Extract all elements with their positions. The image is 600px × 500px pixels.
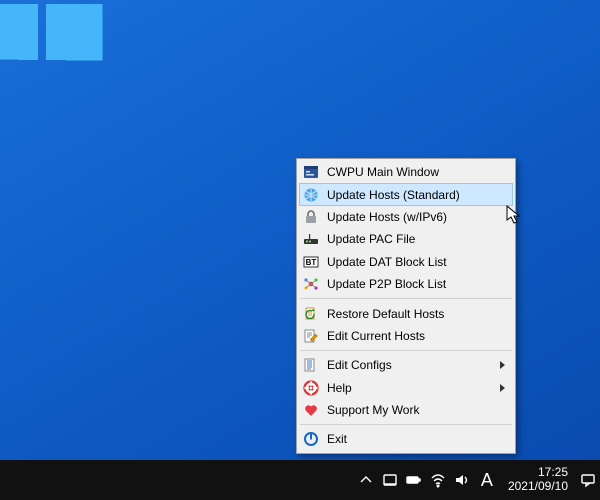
action-center-icon[interactable] (576, 460, 600, 500)
restore-icon (303, 306, 319, 322)
wifi-icon[interactable] (426, 460, 450, 500)
menu-item-label: Update DAT Block List (327, 255, 447, 269)
menu-item[interactable]: Edit Configs (299, 354, 513, 376)
menu-separator (300, 350, 512, 351)
submenu-arrow-icon (500, 384, 505, 392)
menu-item-label: Edit Configs (327, 358, 392, 372)
menu-item-label: Support My Work (327, 403, 419, 417)
menu-item[interactable]: Update Hosts (Standard) (299, 183, 513, 205)
desktop[interactable]: CWPU Main Window Update Hosts (Standard) U… (0, 0, 600, 460)
lock-icon (303, 209, 319, 225)
menu-separator (300, 424, 512, 425)
menu-item-label: Edit Current Hosts (327, 329, 425, 343)
taskbar-clock[interactable]: 17:25 2021/09/10 (500, 466, 576, 494)
volume-icon[interactable] (450, 460, 474, 500)
menu-item[interactable]: Update PAC File (299, 228, 513, 250)
app-window-icon (303, 164, 319, 180)
heart-icon (303, 402, 319, 418)
tray-overflow-icon[interactable] (354, 460, 378, 500)
windows-logo (0, 0, 102, 61)
exit-icon (303, 431, 319, 447)
tray-context-menu: CWPU Main Window Update Hosts (Standard) U… (296, 158, 516, 454)
system-tray: A 17:25 2021/09/10 (354, 460, 600, 500)
menu-item[interactable]: Help (299, 377, 513, 399)
tray-app-icon[interactable] (378, 460, 402, 500)
taskbar[interactable]: A 17:25 2021/09/10 (0, 460, 600, 500)
menu-item-label: Update Hosts (w/IPv6) (327, 210, 447, 224)
menu-item-label: Exit (327, 432, 347, 446)
menu-item[interactable]: Update P2P Block List (299, 273, 513, 295)
menu-item[interactable]: Support My Work (299, 399, 513, 421)
menu-separator (300, 298, 512, 299)
submenu-arrow-icon (500, 361, 505, 369)
clock-time: 17:25 (538, 466, 568, 480)
battery-icon[interactable] (402, 460, 426, 500)
menu-item-label: Restore Default Hosts (327, 307, 444, 321)
menu-item-label: CWPU Main Window (327, 165, 439, 179)
bt-icon: BT (303, 254, 319, 270)
help-icon (303, 380, 319, 396)
globe-icon (303, 187, 319, 203)
configs-icon (303, 357, 319, 373)
menu-item[interactable]: CWPU Main Window (299, 161, 513, 183)
menu-item-label: Update PAC File (327, 232, 415, 246)
menu-item[interactable]: Exit (299, 428, 513, 450)
menu-item-label: Update P2P Block List (327, 277, 446, 291)
edit-icon (303, 328, 319, 344)
menu-item[interactable]: Edit Current Hosts (299, 325, 513, 347)
menu-item[interactable]: Update Hosts (w/IPv6) (299, 206, 513, 228)
menu-item-label: Update Hosts (Standard) (327, 188, 460, 202)
menu-item[interactable]: BT Update DAT Block List (299, 251, 513, 273)
clock-date: 2021/09/10 (508, 480, 568, 494)
menu-item-label: Help (327, 381, 352, 395)
svg-text:BT: BT (306, 258, 317, 267)
menu-item[interactable]: Restore Default Hosts (299, 302, 513, 324)
ime-indicator[interactable]: A (474, 460, 500, 500)
p2p-icon (303, 276, 319, 292)
pac-icon (303, 231, 319, 247)
